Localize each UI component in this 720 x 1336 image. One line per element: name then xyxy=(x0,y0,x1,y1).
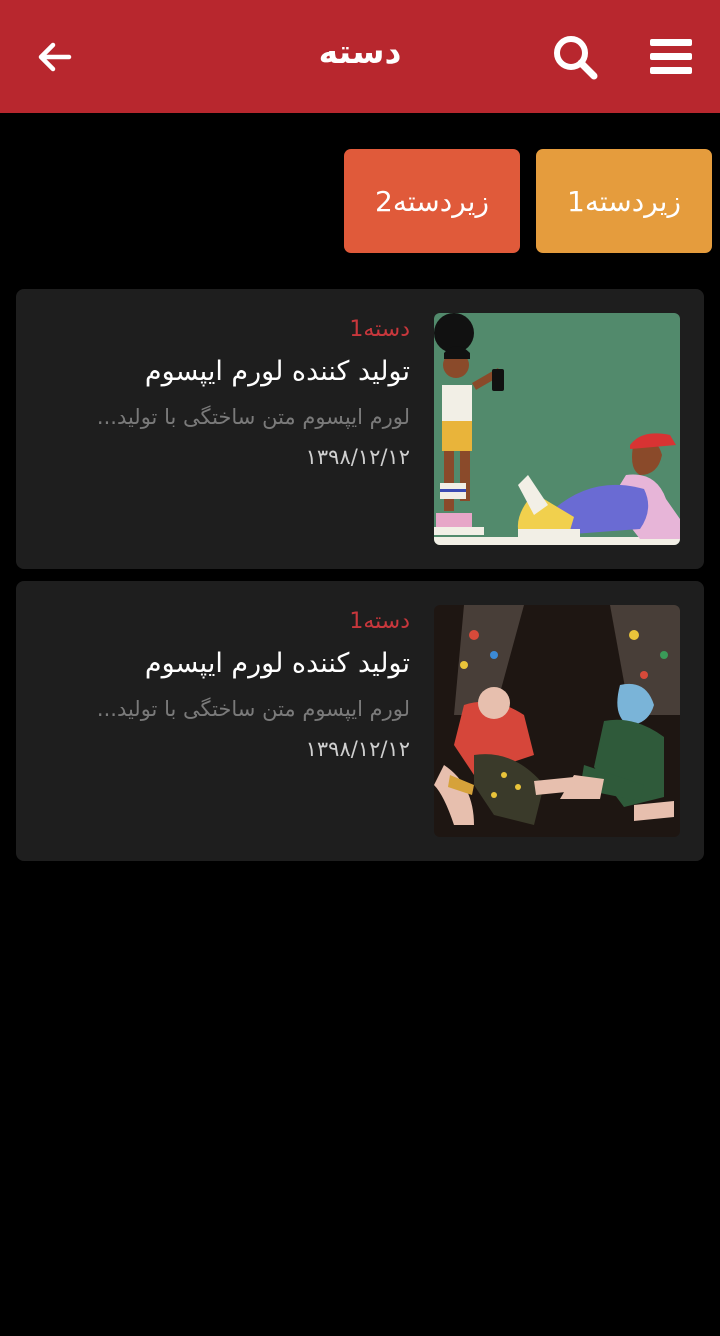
menu-button[interactable] xyxy=(642,28,700,86)
subcategory-chip-2[interactable]: زیردسته2 xyxy=(344,149,520,253)
search-button[interactable] xyxy=(546,28,604,86)
post-excerpt: لورم ایپسوم متن ساختگی با تولید... xyxy=(96,697,410,721)
post-text: دسته1 تولید کننده لورم ایپسوم لورم ایپسو… xyxy=(76,605,410,761)
illustration-friends-with-phones xyxy=(434,313,680,545)
post-card[interactable]: دسته1 تولید کننده لورم ایپسوم لورم ایپسو… xyxy=(16,289,704,569)
search-icon xyxy=(554,36,598,80)
page-title: دسته xyxy=(318,32,402,71)
post-date: ۱۳۹۸/۱۲/۱۲ xyxy=(305,737,410,761)
post-card[interactable]: دسته1 تولید کننده لورم ایپسوم لورم ایپسو… xyxy=(16,581,704,861)
post-title[interactable]: تولید کننده لورم ایپسوم xyxy=(76,648,410,679)
app-bar: دسته xyxy=(0,0,720,113)
illustration-couple-with-phones xyxy=(434,605,680,837)
post-title[interactable]: تولید کننده لورم ایپسوم xyxy=(76,356,410,387)
post-category[interactable]: دسته1 xyxy=(76,609,410,634)
subcategory-chip-label: زیردسته2 xyxy=(375,184,489,218)
post-category[interactable]: دسته1 xyxy=(76,317,410,342)
hamburger-menu-icon xyxy=(650,39,692,74)
subcategory-chip-1[interactable]: زیردسته1 xyxy=(536,149,712,253)
post-excerpt: لورم ایپسوم متن ساختگی با تولید... xyxy=(96,405,410,429)
post-thumbnail[interactable] xyxy=(434,605,680,837)
post-date: ۱۳۹۸/۱۲/۱۲ xyxy=(305,445,410,469)
post-text: دسته1 تولید کننده لورم ایپسوم لورم ایپسو… xyxy=(76,313,410,469)
subcategory-chip-label: زیردسته1 xyxy=(567,184,681,218)
post-thumbnail[interactable] xyxy=(434,313,680,545)
